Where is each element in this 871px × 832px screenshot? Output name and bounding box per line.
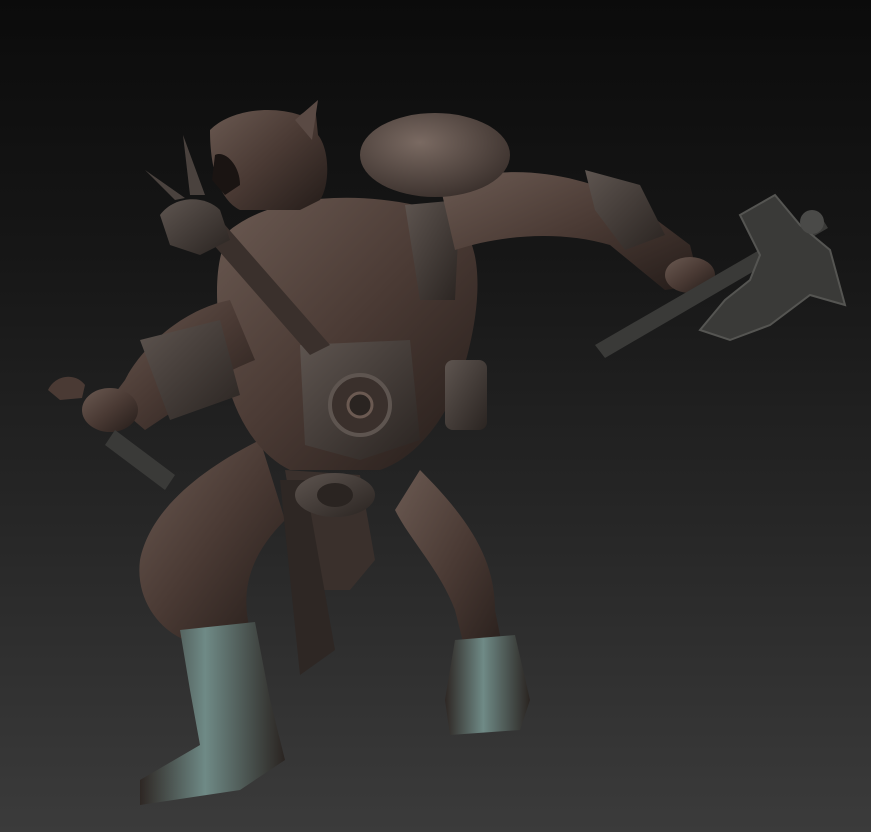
axe-head bbox=[698, 193, 847, 342]
sculpt-viewport bbox=[0, 0, 871, 832]
right-boot bbox=[445, 635, 530, 735]
right-arm bbox=[440, 170, 715, 293]
left-boot bbox=[140, 622, 285, 805]
right-leg bbox=[395, 470, 530, 735]
head bbox=[210, 100, 328, 210]
shoulder-pauldron bbox=[360, 113, 510, 197]
belt-pouch bbox=[445, 360, 487, 430]
orc-warrior-sculpture bbox=[48, 100, 847, 805]
left-leg bbox=[139, 440, 285, 805]
chest-plate bbox=[300, 340, 420, 460]
left-arm bbox=[82, 300, 255, 432]
